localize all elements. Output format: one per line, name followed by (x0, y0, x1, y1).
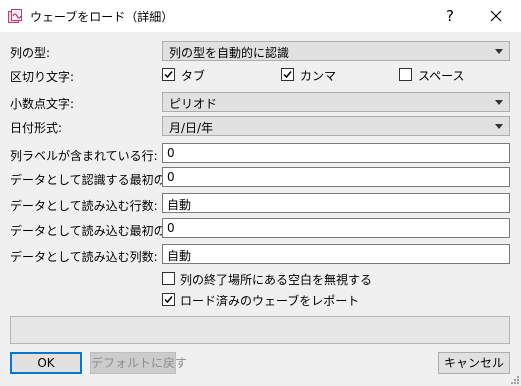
status-area (10, 316, 510, 344)
chevron-down-icon (495, 49, 503, 54)
ignore-blanks-checkbox[interactable] (162, 272, 175, 285)
label-row-input[interactable]: 0 (162, 143, 510, 163)
checkmark-icon (164, 296, 173, 304)
space-delimiter-checkbox[interactable] (399, 68, 412, 81)
columns-to-load-value: 自動 (167, 249, 192, 263)
column-type-label: 列の型: (10, 46, 51, 60)
title-bar: ウェーブをロード（詳細） ? (0, 0, 521, 32)
comma-delimiter-label: カンマ (300, 69, 337, 83)
help-button[interactable]: ? (436, 2, 464, 30)
first-column-value: 0 (167, 221, 175, 235)
close-button[interactable] (476, 2, 516, 30)
chevron-down-icon (495, 100, 503, 105)
columns-to-load-label: データとして読み込む列数: (10, 250, 158, 264)
column-type-value: 列の型を自動的に認識 (169, 46, 290, 60)
tab-delimiter-label: タブ (181, 69, 206, 83)
date-format-value: 月/日/年 (169, 121, 214, 135)
rows-to-load-input[interactable]: 自動 (162, 193, 510, 213)
cancel-button[interactable]: キャンセル (438, 352, 510, 374)
decimal-select[interactable]: ピリオド (162, 92, 510, 112)
checkmark-icon (283, 71, 292, 79)
load-wave-icon (8, 9, 22, 23)
ok-button[interactable]: OK (10, 352, 82, 374)
first-column-label: データとして読み込む最初の列: (10, 224, 182, 238)
delimiter-label: 区切り文字: (10, 70, 75, 84)
first-data-row-value: 0 (167, 170, 175, 184)
ignore-blanks-label: 列の終了場所にある空白を無視する (180, 273, 373, 287)
column-type-select[interactable]: 列の型を自動的に認識 (162, 41, 510, 61)
date-format-select[interactable]: 月/日/年 (162, 116, 510, 136)
rows-to-load-label: データとして読み込む行数: (10, 199, 158, 213)
columns-to-load-input[interactable]: 自動 (162, 244, 510, 264)
window-title: ウェーブをロード（詳細） (30, 10, 174, 24)
report-waves-label: ロード済みのウェーブをレポート (180, 294, 360, 308)
decimal-value: ピリオド (169, 97, 218, 111)
decimal-label: 小数点文字: (10, 97, 75, 111)
close-icon (490, 10, 502, 22)
report-waves-checkbox[interactable] (162, 293, 175, 306)
label-row-label: 列ラベルが含まれている行: (10, 149, 158, 163)
restore-defaults-button: デフォルトに戻す (90, 352, 187, 374)
rows-to-load-value: 自動 (167, 198, 192, 212)
date-format-label: 日付形式: (10, 121, 63, 135)
comma-delimiter-checkbox[interactable] (281, 68, 294, 81)
space-delimiter-label: スペース (418, 69, 465, 83)
checkmark-icon (164, 71, 173, 79)
first-data-row-input[interactable]: 0 (162, 167, 510, 187)
first-column-input[interactable]: 0 (162, 218, 510, 238)
first-data-row-label: データとして認識する最初の行: (10, 173, 182, 187)
tab-delimiter-checkbox[interactable] (162, 68, 175, 81)
label-row-value: 0 (167, 146, 175, 160)
chevron-down-icon (495, 124, 503, 129)
resize-grip-icon[interactable] (509, 374, 519, 384)
